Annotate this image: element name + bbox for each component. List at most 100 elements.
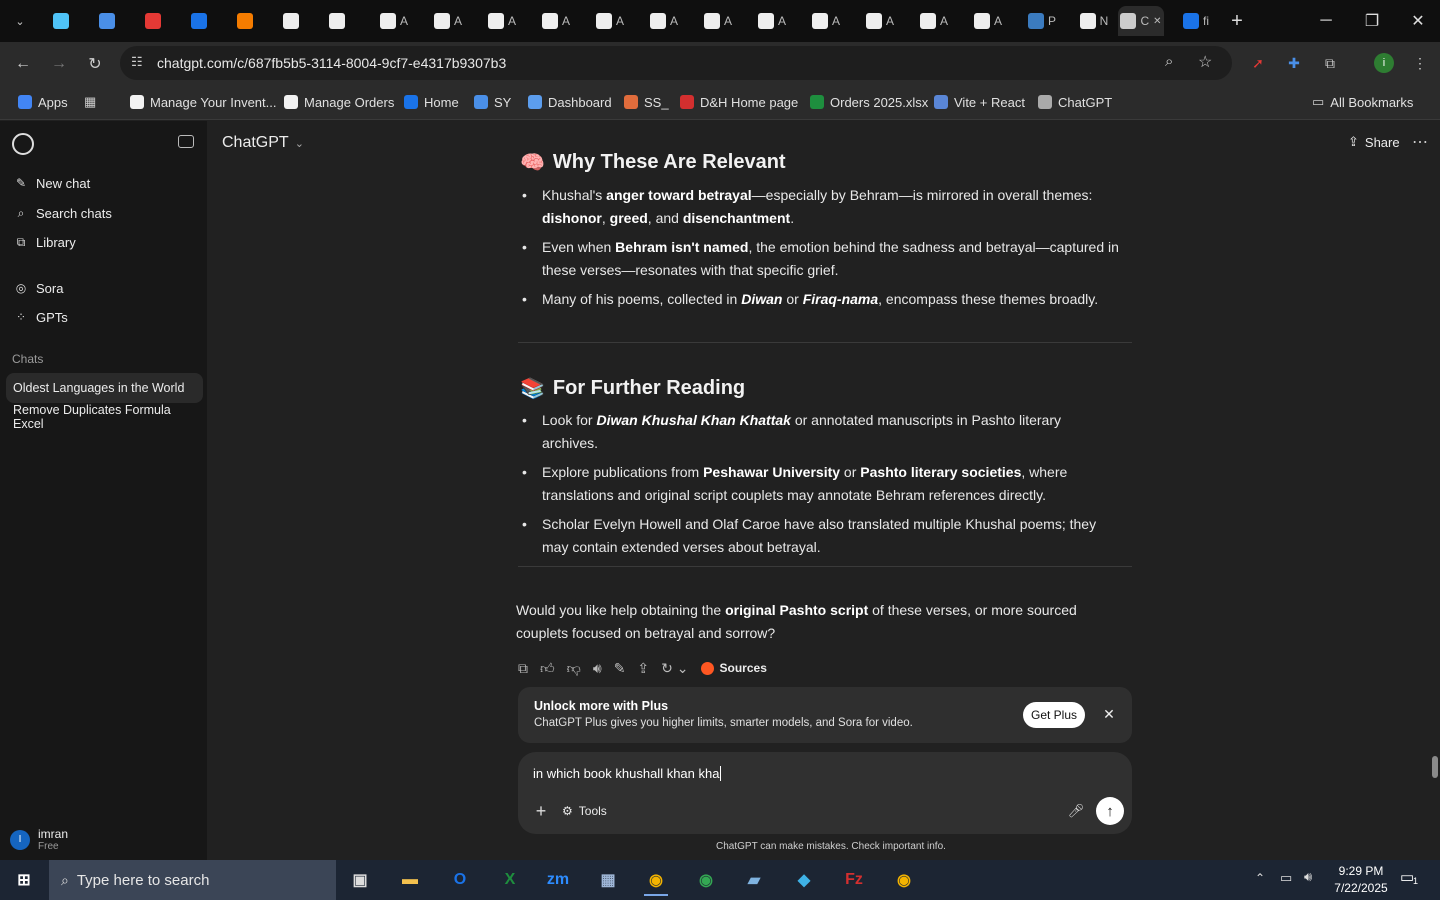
bookmark-item[interactable]: SS_ xyxy=(624,92,669,112)
chrome-icon[interactable]: ◉ xyxy=(636,864,676,896)
volume-icon[interactable]: 🔊︎ xyxy=(1304,869,1312,885)
user-menu[interactable]: I imran Free xyxy=(10,827,68,852)
sidebar-item-gpts[interactable]: ⁘ GPTs xyxy=(14,307,68,327)
new-tab-button[interactable]: + xyxy=(1224,6,1250,36)
get-plus-button[interactable]: Get Plus xyxy=(1023,702,1085,728)
copy-icon[interactable]: ⧉ xyxy=(518,660,528,677)
extension-blue-icon[interactable]: ✚ xyxy=(1284,53,1304,73)
browser-tab[interactable]: P xyxy=(1018,6,1066,36)
taskbar-search-box[interactable]: ⌕ Type here to search xyxy=(49,860,336,900)
excel-icon[interactable]: X xyxy=(490,864,530,896)
tools-button[interactable]: ⚙ Tools xyxy=(562,804,607,818)
zoom-icon[interactable]: ⌕ xyxy=(1165,53,1173,70)
bookmark-item[interactable]: ChatGPT xyxy=(1038,92,1112,112)
bookmark-item[interactable]: D&H Home page xyxy=(680,92,798,112)
browser-tab[interactable] xyxy=(232,6,262,36)
zoom-app-icon[interactable]: zm xyxy=(538,864,578,896)
browser-tab[interactable]: A xyxy=(856,6,904,36)
browser-tab[interactable]: C ✕ xyxy=(1118,6,1164,36)
share-icon[interactable]: ⇪ xyxy=(637,660,649,677)
browser-tab[interactable]: A xyxy=(964,6,1012,36)
site-info-icon[interactable]: ☷ xyxy=(131,54,143,70)
close-icon[interactable]: ✕ xyxy=(1098,703,1120,725)
read-aloud-icon[interactable]: 🔊︎ xyxy=(593,660,602,677)
sidebar-item-search-chats[interactable]: ⌕ Search chats xyxy=(14,203,112,223)
windows-start-icon[interactable]: ⊞ xyxy=(4,864,44,896)
browser-tab[interactable] xyxy=(278,6,308,36)
bookmark-item[interactable]: SY xyxy=(474,92,511,112)
browser-tab[interactable]: A xyxy=(424,6,472,36)
browser-menu-icon[interactable]: ⋮ xyxy=(1410,53,1430,73)
tab-search-button[interactable]: ⌄ xyxy=(6,6,34,36)
scrollbar[interactable] xyxy=(1432,124,1438,854)
chat-history-item[interactable]: Oldest Languages in the World xyxy=(6,373,203,403)
browser-tab[interactable] xyxy=(324,6,354,36)
thumbs-down-icon[interactable]: 👎︎ xyxy=(567,660,581,677)
close-window-button[interactable]: ✕ xyxy=(1398,8,1438,34)
send-button[interactable]: ↑ xyxy=(1096,797,1124,825)
browser-tab[interactable] xyxy=(48,6,78,36)
browser-tab[interactable]: A xyxy=(910,6,958,36)
browser-tab[interactable]: fi xyxy=(1172,6,1220,36)
regenerate-icon[interactable]: ↻ ⌄ xyxy=(661,660,688,677)
browser-tab[interactable]: A xyxy=(802,6,850,36)
edit-icon[interactable]: ✎ xyxy=(614,660,626,677)
sidebar-item-library[interactable]: ⧉ Library xyxy=(14,232,76,252)
browser-tab[interactable] xyxy=(186,6,216,36)
browser-tab[interactable]: A xyxy=(370,6,418,36)
close-tab-icon[interactable]: ✕ xyxy=(1153,16,1161,27)
microphone-icon[interactable]: 🎤︎ xyxy=(1068,802,1085,820)
browser-tab[interactable] xyxy=(94,6,124,36)
share-button[interactable]: ⇪ Share xyxy=(1348,134,1400,150)
filezilla-icon[interactable]: Fz xyxy=(834,864,874,896)
chrome-profile-icon[interactable]: ◉ xyxy=(686,864,726,896)
reload-button[interactable]: ↻ xyxy=(82,51,108,77)
bookmark-item[interactable]: Manage Your Invent... xyxy=(130,92,276,112)
sidebar-toggle-icon[interactable] xyxy=(178,135,194,148)
browser-tab[interactable] xyxy=(140,6,170,36)
more-options-icon[interactable]: ⋯ xyxy=(1412,132,1428,152)
sidebar-item-new-chat[interactable]: ✎ New chat xyxy=(14,173,90,193)
url-text[interactable]: chatgpt.com/c/687fb5b5-3114-8004-9cf7-e4… xyxy=(157,55,506,71)
bookmark-item[interactable]: Manage Orders xyxy=(284,92,394,112)
add-attachment-icon[interactable]: + xyxy=(532,801,550,821)
scrollbar-thumb[interactable] xyxy=(1432,756,1438,778)
forward-button[interactable]: → xyxy=(46,51,72,77)
network-icon[interactable]: ▭ xyxy=(1280,870,1292,886)
model-selector[interactable]: ChatGPT ⌄ xyxy=(222,134,304,152)
chat-history-item[interactable]: Remove Duplicates Formula Excel xyxy=(6,402,203,432)
chrome-alt-icon[interactable]: ◉ xyxy=(884,864,924,896)
notification-center-icon[interactable]: ▭ 1 xyxy=(1400,868,1424,892)
task-view-icon[interactable]: ▣ xyxy=(340,864,380,896)
sidebar-item-sora[interactable]: ◎ Sora xyxy=(14,278,64,298)
browser-tab[interactable]: A xyxy=(478,6,526,36)
restore-button[interactable]: ❐ xyxy=(1352,8,1392,34)
minimize-button[interactable]: ─ xyxy=(1306,8,1346,34)
outlook-icon[interactable]: O xyxy=(440,864,480,896)
bookmark-star-icon[interactable]: ☆ xyxy=(1198,52,1212,72)
openai-logo-icon[interactable] xyxy=(12,133,34,155)
browser-tab[interactable]: A xyxy=(748,6,796,36)
sources-button[interactable]: Sources xyxy=(700,661,767,675)
browser-tab[interactable]: A xyxy=(640,6,688,36)
extensions-puzzle-icon[interactable]: ⧉ xyxy=(1320,53,1340,73)
browser-tab[interactable]: N xyxy=(1070,6,1118,36)
file-explorer-icon[interactable]: ▬ xyxy=(390,864,430,896)
bookmark-item[interactable]: Orders 2025.xlsx xyxy=(810,92,928,112)
profile-avatar-icon[interactable]: i xyxy=(1374,53,1394,73)
address-bar[interactable]: ☷ chatgpt.com/c/687fb5b5-3114-8004-9cf7-… xyxy=(120,46,1232,80)
clock[interactable]: 9:29 PM 7/22/2025 xyxy=(1330,863,1392,897)
show-hidden-icons[interactable]: ⌃ xyxy=(1255,871,1265,885)
browser-tab[interactable]: A xyxy=(694,6,742,36)
tab-groups-icon[interactable]: ▦ xyxy=(84,92,96,112)
browser-tab[interactable]: A xyxy=(532,6,580,36)
back-button[interactable]: ← xyxy=(10,51,36,77)
extension-red-icon[interactable]: ➚ xyxy=(1248,53,1268,73)
notepad-icon[interactable]: ▰ xyxy=(734,864,774,896)
bookmark-item[interactable]: Dashboard xyxy=(528,92,612,112)
bookmark-item[interactable]: Home xyxy=(404,92,459,112)
app-diamond-icon[interactable]: ◆ xyxy=(784,864,824,896)
browser-tab[interactable]: A xyxy=(586,6,634,36)
prompt-input[interactable]: in which book khushall khan kha xyxy=(533,766,722,781)
bookmark-item[interactable]: Vite + React xyxy=(934,92,1025,112)
